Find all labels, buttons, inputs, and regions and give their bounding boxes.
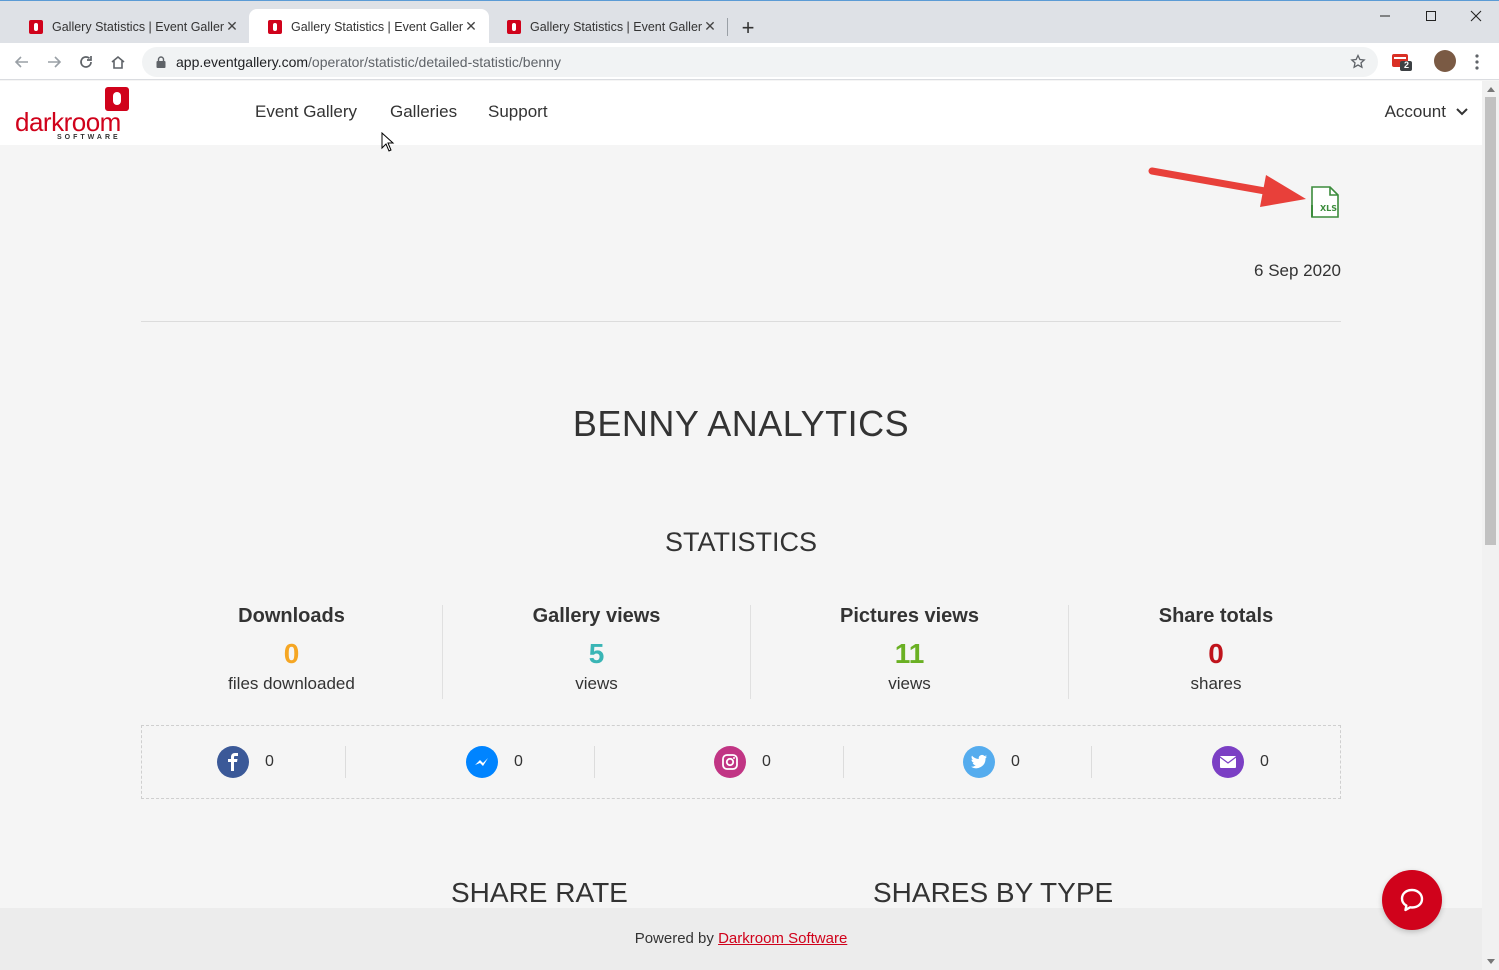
- account-label: Account: [1384, 102, 1446, 121]
- browser-tab-2[interactable]: Gallery Statistics | Event Gallery ✕: [249, 9, 489, 44]
- stat-unit: views: [575, 674, 618, 693]
- share-rate-title: SHARE RATE: [451, 877, 628, 908]
- export-xls-icon[interactable]: XLS: [1308, 185, 1342, 219]
- darkroom-favicon-icon: [268, 19, 282, 34]
- stat-label: Gallery views: [532, 605, 661, 627]
- instagram-icon: [714, 746, 746, 778]
- browser-tab-strip: Gallery Statistics | Event Gallery ✕ Gal…: [0, 0, 1499, 44]
- tab-title: Gallery Statistics | Event Gallery: [530, 19, 702, 34]
- footer: Powered by Darkroom Software: [0, 908, 1482, 970]
- mouse-pointer-icon: [381, 132, 395, 152]
- share-facebook: 0: [217, 746, 274, 778]
- share-count: 0: [1260, 753, 1269, 770]
- share-instagram: 0: [714, 746, 771, 778]
- chevron-down-icon: [1456, 108, 1468, 116]
- extension-badge: 2: [1404, 60, 1410, 70]
- footer-prefix: Powered by: [634, 930, 719, 947]
- address-bar[interactable]: app.eventgallery.com/operator/statistic/…: [142, 47, 1378, 77]
- close-tab-icon[interactable]: ✕: [224, 18, 240, 35]
- browser-tab-3[interactable]: Gallery Statistics | Event Gallery ✕: [488, 9, 728, 44]
- stat-label: Downloads: [238, 605, 345, 627]
- minimize-window-icon[interactable]: [1362, 5, 1408, 27]
- reload-icon[interactable]: [74, 50, 98, 74]
- stat-unit: views: [888, 674, 931, 693]
- forward-arrow-icon[interactable]: [42, 50, 66, 74]
- browser-tab-1[interactable]: Gallery Statistics | Event Gallery ✕: [10, 9, 250, 44]
- logo-subtitle: SOFTWARE: [57, 134, 121, 141]
- page-title: BENNY ANALYTICS: [572, 403, 910, 444]
- share-divider: [594, 746, 595, 778]
- share-count: 0: [514, 753, 523, 770]
- share-divider: [1091, 746, 1092, 778]
- bookmark-star-icon[interactable]: [1350, 54, 1366, 70]
- stat-unit: files downloaded: [228, 674, 355, 693]
- messenger-icon: [466, 746, 498, 778]
- stat-downloads: Downloads 0 files downloaded: [141, 605, 442, 694]
- share-count: 0: [1011, 753, 1020, 770]
- stat-value: 11: [894, 638, 925, 669]
- share-twitter: 0: [963, 746, 1020, 778]
- chat-launcher-button[interactable]: [1382, 870, 1442, 930]
- stat-value: 0: [1208, 638, 1224, 669]
- email-icon: [1212, 746, 1244, 778]
- darkroom-logo[interactable]: darkroom SOFTWARE: [15, 87, 133, 143]
- darkroom-favicon-icon: [507, 19, 521, 34]
- share-divider: [843, 746, 844, 778]
- scroll-down-icon[interactable]: [1487, 959, 1495, 964]
- profile-avatar[interactable]: [1434, 50, 1456, 72]
- share-messenger: 0: [466, 746, 523, 778]
- scroll-up-icon[interactable]: [1487, 87, 1495, 92]
- site-header: darkroom SOFTWARE Event Gallery Gallerie…: [0, 81, 1482, 145]
- section-title: STATISTICS: [664, 527, 817, 557]
- maximize-window-icon[interactable]: [1408, 5, 1454, 27]
- new-tab-button[interactable]: +: [735, 15, 761, 41]
- chat-bubble-icon: [1400, 888, 1424, 912]
- twitter-icon: [963, 746, 995, 778]
- stat-label: Share totals: [1158, 605, 1274, 627]
- share-breakdown: 0 0 0 0 0: [141, 725, 1341, 799]
- url-host: app.eventgallery.com: [176, 54, 309, 70]
- nav-galleries[interactable]: Galleries: [390, 102, 457, 122]
- xls-label: XLS: [1320, 204, 1337, 213]
- share-count: 0: [762, 753, 771, 770]
- stat-share-totals: Share totals 0 shares: [1069, 605, 1363, 694]
- stat-label: Pictures views: [840, 605, 979, 627]
- stat-pictures-views: Pictures views 11 views: [751, 605, 1068, 694]
- home-icon[interactable]: [106, 50, 130, 74]
- stat-unit: shares: [1190, 674, 1242, 693]
- darkroom-favicon-icon: [29, 19, 43, 34]
- stat-gallery-views: Gallery views 5 views: [443, 605, 750, 694]
- tab-title: Gallery Statistics | Event Gallery: [291, 19, 463, 34]
- page-content: darkroom SOFTWARE Event Gallery Gallerie…: [0, 81, 1482, 970]
- shares-by-type-title: SHARES BY TYPE: [873, 877, 1114, 908]
- share-count: 0: [265, 753, 274, 770]
- share-email: 0: [1212, 746, 1269, 778]
- back-arrow-icon[interactable]: [10, 50, 34, 74]
- facebook-icon: [217, 746, 249, 778]
- page-scrollbar[interactable]: [1482, 81, 1499, 970]
- nav-support[interactable]: Support: [488, 102, 548, 122]
- account-menu[interactable]: Account: [1385, 102, 1468, 122]
- report-date: 6 Sep 2020: [1254, 261, 1341, 280]
- share-divider: [345, 746, 346, 778]
- scrollbar-thumb[interactable]: [1485, 97, 1496, 545]
- stat-value: 5: [588, 638, 605, 669]
- lock-icon: [156, 56, 166, 68]
- close-tab-icon[interactable]: ✕: [702, 18, 718, 35]
- tab-divider: [727, 18, 728, 36]
- extension-calendar-icon[interactable]: 2: [1391, 52, 1413, 72]
- browser-menu-icon[interactable]: [1470, 52, 1484, 72]
- footer-link[interactable]: Darkroom Software: [718, 930, 847, 947]
- browser-toolbar: app.eventgallery.com/operator/statistic/…: [0, 43, 1499, 80]
- stat-value: 0: [283, 638, 300, 669]
- divider: [141, 321, 1341, 322]
- tab-title: Gallery Statistics | Event Gallery: [52, 19, 224, 34]
- close-window-icon[interactable]: [1453, 5, 1499, 27]
- close-tab-icon[interactable]: ✕: [463, 18, 479, 35]
- nav-event-gallery[interactable]: Event Gallery: [255, 102, 357, 122]
- url-path: /operator/statistic/detailed-statistic/b…: [308, 54, 561, 70]
- annotation-arrow-icon: [1148, 167, 1306, 207]
